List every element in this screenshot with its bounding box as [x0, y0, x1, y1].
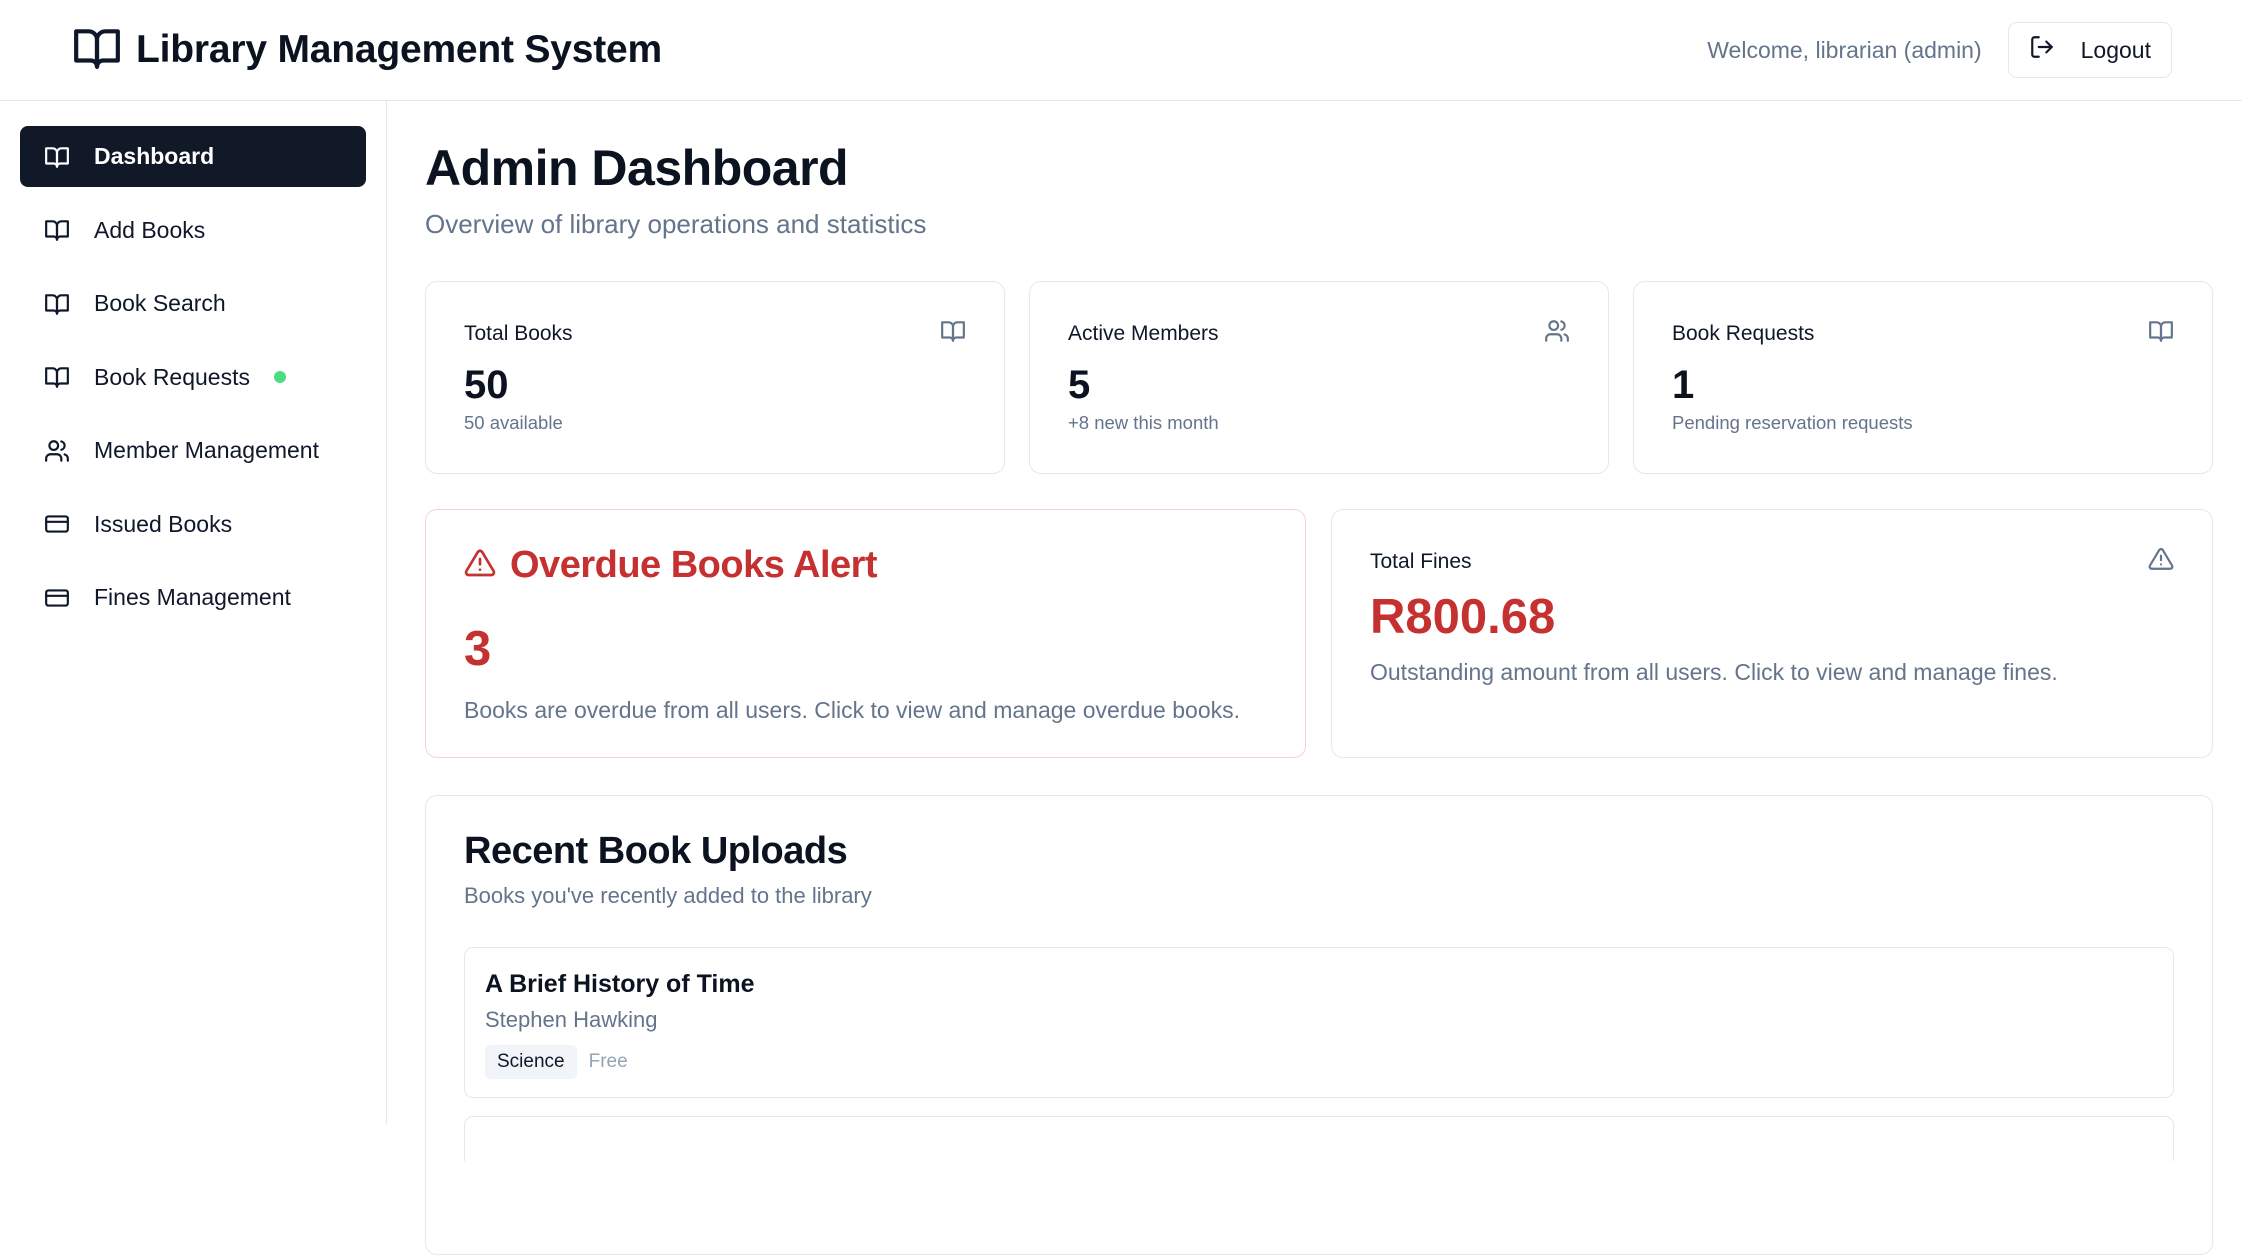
- book-open-icon: [44, 217, 70, 243]
- fines-amount: R800.68: [1370, 590, 1556, 644]
- book-open-icon: [44, 144, 70, 170]
- book-open-icon: [44, 291, 70, 317]
- sidebar-item-label: Member Management: [94, 437, 319, 463]
- book-open-icon: [44, 364, 70, 390]
- sidebar-item-fines-management[interactable]: Fines Management: [20, 567, 366, 628]
- sidebar-item-book-search[interactable]: Book Search: [20, 273, 366, 334]
- logout-button[interactable]: Logout: [2007, 22, 2172, 78]
- overdue-count: 3: [464, 622, 492, 676]
- sidebar-item-label: Fines Management: [94, 584, 291, 610]
- stat-value: 5: [1068, 363, 1091, 407]
- welcome-text: Welcome, librarian (admin): [1707, 36, 1982, 63]
- sidebar: Dashboard Add Books Book Search Book Req…: [0, 101, 387, 1124]
- stat-card-book-requests[interactable]: Book Requests 1 Pending reservation requ…: [1633, 281, 2213, 474]
- list-item[interactable]: A Brief History of Time Stephen Hawking …: [464, 947, 2174, 1098]
- section-subtitle: Books you've recently added to the libra…: [464, 883, 872, 908]
- brand: Library Management System: [72, 23, 662, 78]
- book-open-icon: [940, 318, 966, 349]
- stat-label: Total Books: [464, 321, 573, 345]
- page-title: Admin Dashboard: [425, 140, 849, 196]
- sidebar-item-label: Dashboard: [94, 143, 215, 169]
- stat-value: 1: [1672, 363, 1695, 407]
- stat-label: Book Requests: [1672, 321, 1815, 345]
- sidebar-item-label: Book Search: [94, 290, 226, 316]
- app-title: Library Management System: [136, 28, 663, 71]
- sidebar-item-issued-books[interactable]: Issued Books: [20, 494, 366, 555]
- sidebar-item-label: Book Requests: [94, 363, 250, 390]
- users-icon: [1544, 318, 1570, 349]
- total-fines-card[interactable]: Total Fines R800.68 Outstanding amount f…: [1331, 509, 2213, 758]
- sidebar-item-label: Add Books: [94, 216, 206, 243]
- top-header: Library Management System Welcome, libra…: [0, 0, 2242, 101]
- sidebar-item-member-management[interactable]: Member Management: [20, 420, 366, 481]
- fines-label: Total Fines: [1370, 549, 1472, 573]
- alert-triangle-icon: [464, 547, 496, 584]
- price-text: Free: [588, 1051, 628, 1072]
- book-title: A Brief History of Time: [485, 970, 755, 998]
- overdue-books-alert-card[interactable]: Overdue Books Alert 3 Books are overdue …: [425, 509, 1306, 758]
- book-open-icon: [72, 23, 122, 78]
- users-icon: [44, 438, 70, 464]
- alert-triangle-icon: [2148, 546, 2174, 577]
- book-author: Stephen Hawking: [485, 1007, 658, 1032]
- status-dot: [273, 371, 286, 383]
- stat-card-active-members[interactable]: Active Members 5 +8 new this month: [1029, 281, 1609, 474]
- stat-note: +8 new this month: [1068, 412, 1219, 433]
- stat-label: Active Members: [1068, 321, 1219, 345]
- sidebar-item-add-books[interactable]: Add Books: [20, 200, 366, 261]
- credit-card-icon: [44, 511, 70, 537]
- fines-description: Outstanding amount from all users. Click…: [1370, 659, 2058, 685]
- overdue-description: Books are overdue from all users. Click …: [464, 697, 1241, 723]
- recent-book-uploads-card: Recent Book Uploads Books you've recentl…: [425, 795, 2213, 1255]
- header-right: Welcome, librarian (admin) Logout: [1707, 22, 2172, 78]
- sidebar-item-label: Issued Books: [94, 510, 233, 537]
- page-subtitle: Overview of library operations and stati…: [425, 209, 927, 239]
- stat-card-total-books[interactable]: Total Books 50 50 available: [425, 281, 1005, 474]
- stat-note: Pending reservation requests: [1672, 412, 1913, 433]
- alert-title: Overdue Books Alert: [510, 544, 878, 586]
- section-title: Recent Book Uploads: [464, 830, 848, 872]
- book-open-icon: [2148, 318, 2174, 349]
- stat-note: 50 available: [464, 412, 563, 433]
- stat-value: 50: [464, 363, 509, 407]
- category-badge: Science: [485, 1045, 577, 1079]
- sidebar-item-dashboard[interactable]: Dashboard: [20, 126, 366, 187]
- sidebar-item-book-requests[interactable]: Book Requests: [20, 347, 366, 408]
- credit-card-icon: [44, 585, 70, 611]
- logout-icon: [2029, 34, 2055, 66]
- logout-label: Logout: [2080, 36, 2151, 63]
- list-item[interactable]: [464, 1116, 2174, 1161]
